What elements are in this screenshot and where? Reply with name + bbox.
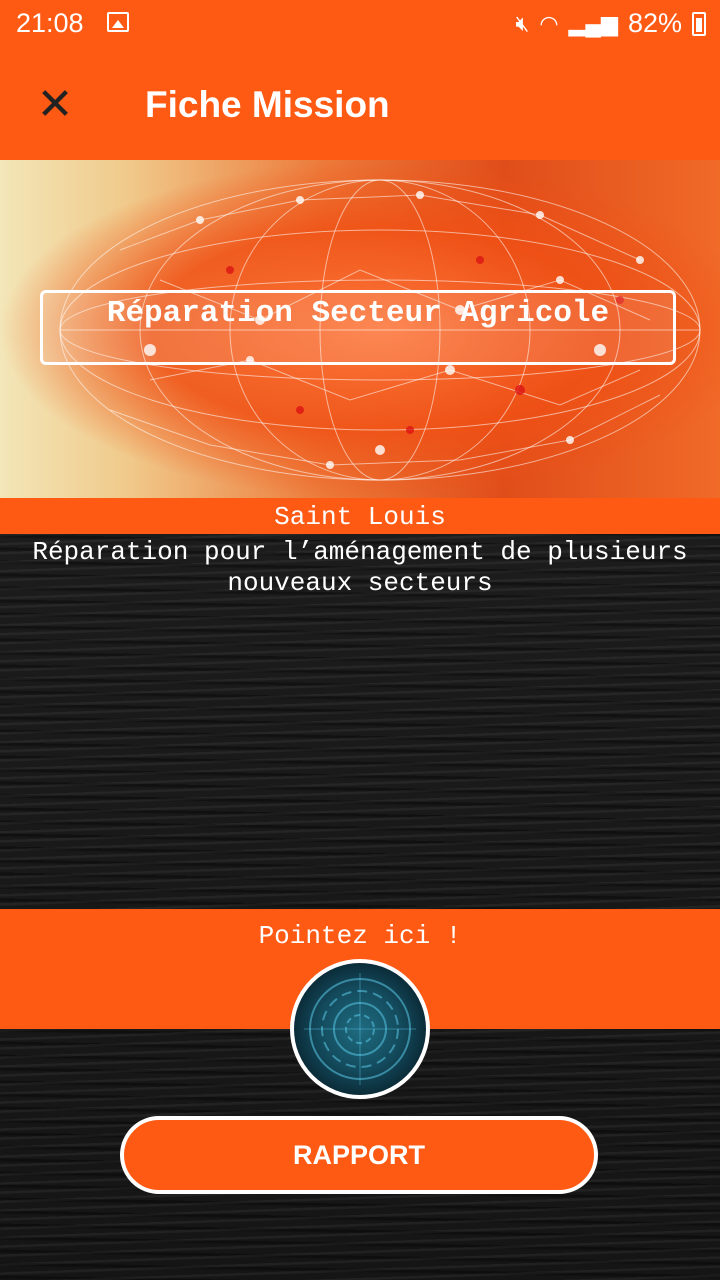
app-bar: ✕ Fiche Mission [0,50,720,160]
mission-location: Saint Louis [0,498,720,534]
mission-description: Réparation pour l’aménagement de plusieu… [32,537,688,598]
fingerprint-scan-icon[interactable] [290,959,430,1099]
battery-percent: 82% [627,8,682,38]
page-title: Fiche Mission [145,84,390,125]
mute-icon: 🔇︎ [515,10,530,36]
wifi-icon: ◠ [539,10,559,36]
close-icon[interactable]: ✕ [30,80,80,130]
battery-charging-icon [692,11,706,36]
rapport-button[interactable]: RAPPORT [120,1116,598,1194]
status-icons: 🔇︎ ◠ ▂▄▆ 82% [515,8,706,39]
mission-banner: Réparation Secteur Agricole [0,160,720,498]
status-time: 21:08 [16,8,84,38]
pointage-label: Pointez ici ! [258,921,462,951]
mission-title: Réparation Secteur Agricole [40,290,676,365]
image-icon [107,12,129,32]
signal-icon: ▂▄▆ [568,10,618,36]
scan-pattern [304,973,416,1085]
status-bar: 21:08 🔇︎ ◠ ▂▄▆ 82% [0,0,720,50]
